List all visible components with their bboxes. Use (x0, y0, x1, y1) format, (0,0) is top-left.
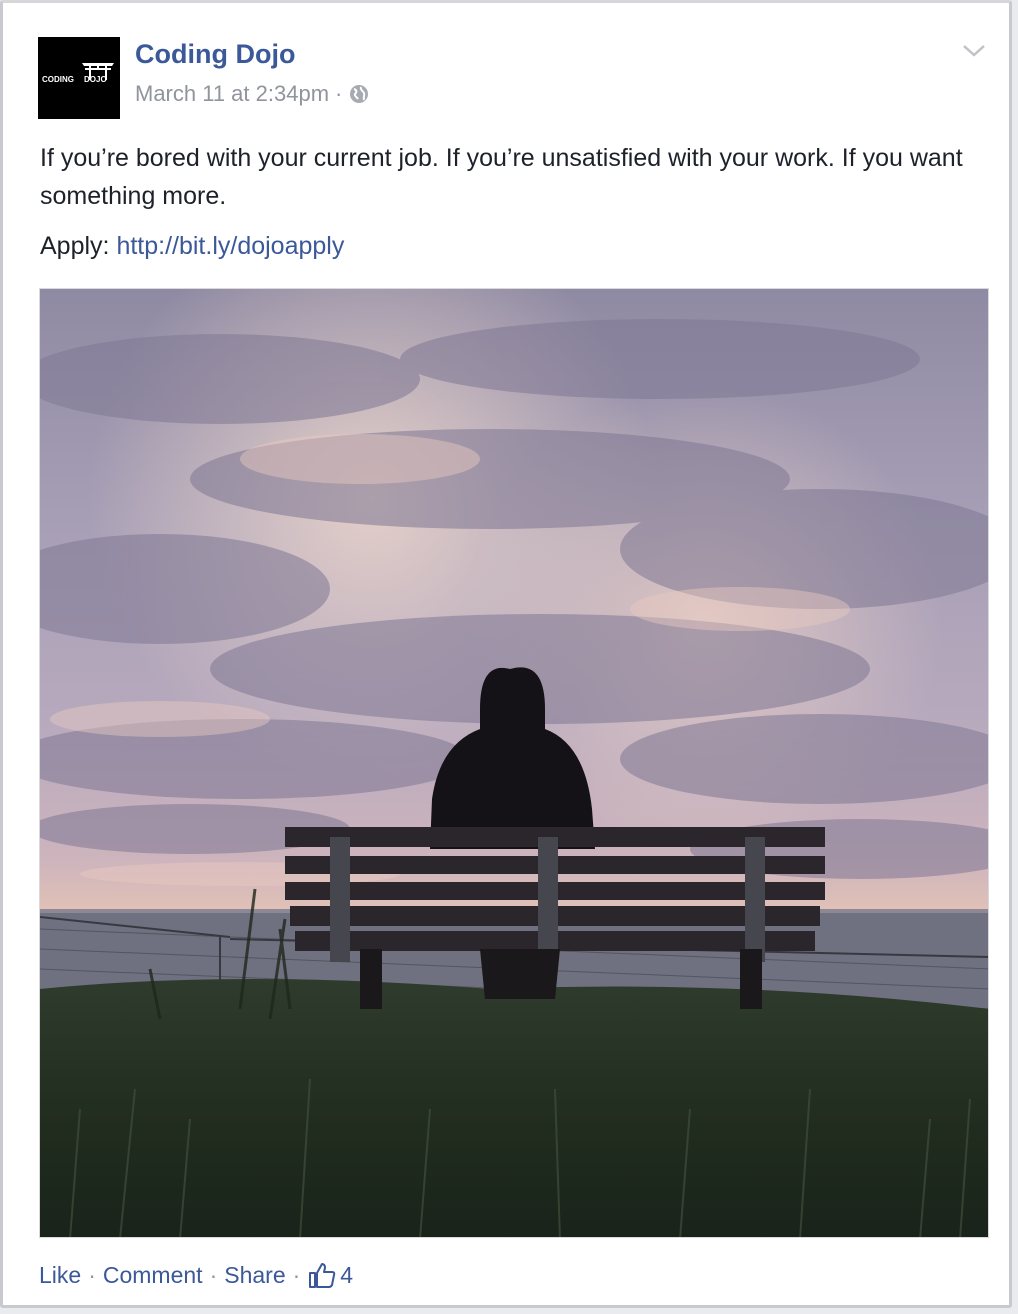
post-actions: Like · Comment · Share · 4 (39, 1261, 353, 1289)
apply-label: Apply: (40, 232, 110, 260)
meta-separator: · (335, 81, 343, 106)
post-photo[interactable] (39, 288, 989, 1238)
svg-text:DOJO: DOJO (84, 75, 107, 84)
comment-button[interactable]: Comment (103, 1262, 203, 1289)
like-count[interactable]: 4 (307, 1261, 353, 1289)
action-separator: · (209, 1261, 218, 1288)
action-separator: · (88, 1261, 96, 1288)
apply-line: Apply: http://bit.ly/dojoapply (40, 227, 344, 265)
coding-dojo-logo: CODING DOJO (38, 37, 120, 119)
svg-text:CODING: CODING (42, 75, 74, 84)
globe-icon[interactable] (348, 83, 370, 105)
chevron-down-icon[interactable] (961, 41, 987, 61)
like-count-value: 4 (340, 1261, 354, 1288)
post-timestamp[interactable]: March 11 at 2:34pm (135, 81, 329, 107)
thumbs-up-icon (307, 1261, 337, 1289)
post-body-text: If you’re bored with your current job. I… (40, 144, 963, 210)
like-button[interactable]: Like (39, 1262, 81, 1289)
apply-link[interactable]: http://bit.ly/dojoapply (116, 232, 344, 260)
share-button[interactable]: Share (224, 1262, 285, 1289)
page-avatar[interactable]: CODING DOJO (38, 37, 120, 119)
post-meta: March 11 at 2:34pm · (135, 81, 370, 107)
page-name-link[interactable]: Coding Dojo (135, 39, 295, 70)
action-separator: · (292, 1261, 301, 1288)
post-card: CODING DOJO Coding Dojo March 11 at 2:34… (0, 0, 1012, 1308)
